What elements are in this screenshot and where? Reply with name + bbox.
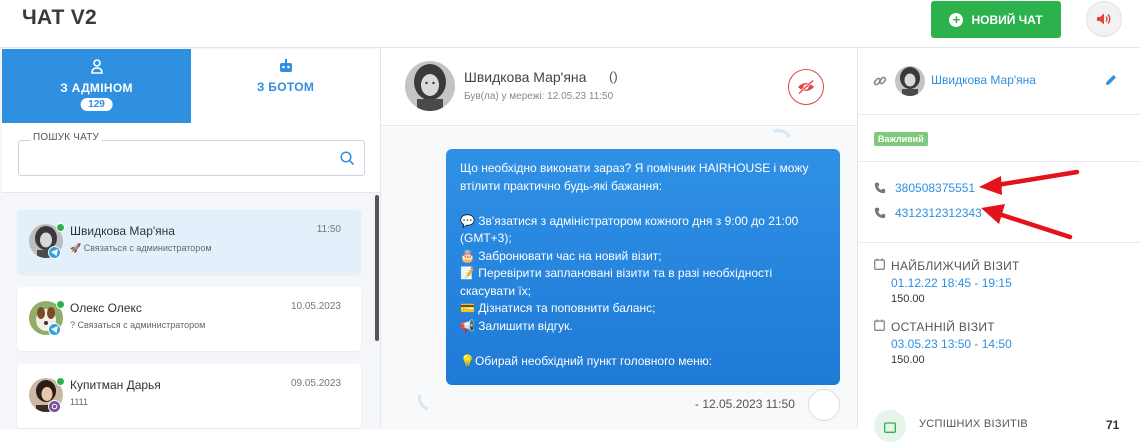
message-line: 💡Обирай необхідний пункт головного меню: <box>460 353 713 368</box>
stat-icon-background <box>874 410 906 442</box>
message-area[interactable]: Що необхідно виконати зараз? Я помічник … <box>381 127 857 430</box>
next-visit-price: 150.00 <box>891 293 925 305</box>
pencil-icon[interactable] <box>1104 73 1118 87</box>
conversation-panel: Швидкова Мар'яна () Був(ла) у мережі: 12… <box>381 47 857 430</box>
last-visit-date-link[interactable]: 03.05.23 13:50 - 14:50 <box>891 337 1012 351</box>
successful-visits-label: УСПІШНИХ ВІЗИТІВ <box>919 418 1029 430</box>
chat-list: Швидкова Мар'яна 11:50 🚀 Связаться с адм… <box>2 194 380 430</box>
tab-with-admin-label: З АДМІНОМ <box>60 81 133 95</box>
tab-with-bot[interactable]: З БОТОМ <box>191 49 380 123</box>
chat-contact-name: Олекс Олекс <box>70 301 142 315</box>
conversation-contact-extra: () <box>609 69 618 84</box>
client-tag-badge: Важливий <box>874 132 928 146</box>
message-line: 📢 Залишити відгук. <box>460 318 573 333</box>
chat-list-item[interactable]: Купитман Дарья 09.05.2023 1111 <box>17 364 361 428</box>
tab-with-bot-label: З БОТОМ <box>256 80 315 94</box>
conversation-contact-name: Швидкова Мар'яна <box>464 69 587 85</box>
calendar-check-icon <box>884 422 896 433</box>
message-line: 📝 Перевірити заплановані візити та в раз… <box>460 266 773 280</box>
successful-visits-stat: УСПІШНИХ ВІЗИТІВ 71 <box>872 410 1134 442</box>
message-line: 💳 Дізнатися та поповнити баланс; <box>460 301 656 315</box>
tab-with-admin[interactable]: З АДМІНОМ 129 <box>2 49 191 123</box>
search-label: ПОШУК ЧАТУ <box>30 132 103 143</box>
page-title: ЧАТ V2 <box>22 6 98 29</box>
message-line: Що необхідно виконати зараз? Я помічник … <box>460 161 809 175</box>
client-name-link[interactable]: Швидкова Мар'яна <box>931 73 1036 87</box>
divider <box>858 161 1140 162</box>
online-indicator <box>56 223 65 232</box>
chat-time: 09.05.2023 <box>290 378 341 389</box>
speaker-icon <box>1097 13 1111 25</box>
phone-icon <box>874 182 886 194</box>
calendar-icon <box>874 258 885 270</box>
link-icon[interactable] <box>873 74 887 88</box>
chat-time: 11:50 <box>316 224 341 235</box>
viber-icon <box>48 400 61 413</box>
message-bubble: Що необхідно виконати зараз? Я помічник … <box>446 149 840 385</box>
message-line: 💬 Зв'язатися з адміністратором кожного д… <box>460 213 799 228</box>
chat-list-panel: З АДМІНОМ 129 З БОТОМ ПОШУК ЧАТУ Швидков… <box>0 47 381 429</box>
block-button[interactable] <box>788 69 824 105</box>
chat-list-item[interactable]: Олекс Олекс 10.05.2023 ? Связаться с адм… <box>17 287 361 351</box>
successful-visits-count: 71 <box>1106 418 1120 432</box>
chat-contact-name: Швидкова Мар'яна <box>70 224 175 238</box>
next-visit-title: НАЙБЛИЖЧИЙ ВІЗИТ <box>891 259 1020 273</box>
user-group-icon <box>90 59 103 74</box>
last-visit-title: ОСТАННІЙ ВІЗИТ <box>891 320 995 334</box>
message-line: 🎂 Забронювати час на новий візит; <box>460 248 662 263</box>
new-chat-label: НОВИЙ ЧАТ <box>971 12 1043 27</box>
chat-contact-name: Купитман Дарья <box>70 378 161 392</box>
next-visit-date-link[interactable]: 01.12.22 18:45 - 19:15 <box>891 276 1012 290</box>
message-line <box>460 195 826 213</box>
telegram-icon <box>48 323 61 336</box>
message-line: втілити практично будь-які бажання: <box>460 178 663 193</box>
chat-list-item[interactable]: Швидкова Мар'яна 11:50 🚀 Связаться с адм… <box>17 210 361 274</box>
top-bar: ЧАТ V2 + НОВИЙ ЧАТ <box>0 0 1140 47</box>
chat-preview: 1111 <box>70 397 89 407</box>
annotation-arrow-icon <box>979 169 1080 240</box>
message-timestamp: - 12.05.2023 11:50 <box>695 397 795 411</box>
chat-time: 10.05.2023 <box>290 301 341 312</box>
search-icon[interactable] <box>340 151 355 166</box>
loading-spinner-decoration <box>413 380 449 416</box>
phone-row: 380508375551 <box>874 180 975 196</box>
message-line <box>460 335 826 353</box>
phone-icon <box>874 207 886 219</box>
chat-list-scrollbar[interactable] <box>375 195 379 341</box>
unread-count-badge: 129 <box>80 98 113 111</box>
plus-icon: + <box>949 12 964 27</box>
divider <box>858 242 1140 243</box>
eye-off-icon <box>798 79 814 95</box>
telegram-icon <box>48 246 61 259</box>
last-visit-price: 150.00 <box>891 354 925 366</box>
online-indicator <box>56 377 65 386</box>
last-seen-status: Був(ла) у мережі: 12.05.23 11:50 <box>464 91 614 102</box>
avatar <box>895 66 925 96</box>
chat-preview: 🚀 Связаться с администратором <box>70 243 212 253</box>
online-indicator <box>56 300 65 309</box>
sender-avatar <box>808 389 840 421</box>
phone-row: 4312312312343 <box>874 205 982 221</box>
calendar-icon <box>874 319 885 331</box>
phone-number-link[interactable]: 4312312312343 <box>895 206 982 220</box>
divider <box>858 114 1140 115</box>
phone-number-link[interactable]: 380508375551 <box>895 181 975 195</box>
chat-search: ПОШУК ЧАТУ <box>2 123 380 193</box>
robot-icon <box>279 59 292 72</box>
message-line: (GMT+3); <box>460 231 512 245</box>
new-chat-button[interactable]: + НОВИЙ ЧАТ <box>931 1 1061 38</box>
conversation-header: Швидкова Мар'яна () Був(ла) у мережі: 12… <box>381 48 857 126</box>
search-input[interactable] <box>18 140 365 176</box>
message-line: скасувати їх; <box>460 283 532 298</box>
avatar <box>405 61 455 111</box>
chat-preview: ? Связаться с администратором <box>70 320 206 330</box>
sound-toggle-button[interactable] <box>1086 1 1122 37</box>
